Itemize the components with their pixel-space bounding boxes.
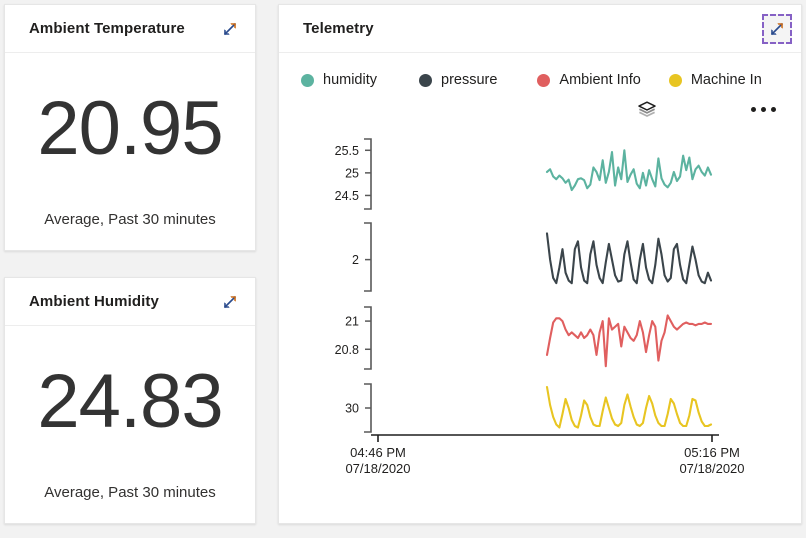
x-axis-date-label: 07/18/2020	[679, 461, 744, 476]
kpi-title: Ambient Humidity	[29, 293, 159, 310]
ellipsis-dot	[760, 106, 766, 112]
y-axis-tick-label: 30	[345, 402, 359, 416]
legend-item-pressure[interactable]: pressure	[419, 72, 497, 88]
expand-diagonal-arrows-icon[interactable]	[215, 287, 245, 317]
legend-color-swatch	[301, 73, 314, 87]
chart-toolbar	[279, 93, 801, 131]
legend-label: Machine In	[690, 72, 762, 88]
telemetry-title: Telemetry	[303, 20, 374, 37]
dashboard-root: Ambient Temperature 20.95 Average, Past …	[0, 0, 806, 538]
ellipsis-horizontal-icon[interactable]	[746, 97, 780, 121]
chart-panel-ambient-info: 20.8 21	[335, 306, 713, 370]
chart-panel-humidity: 24.5 25 25.5	[335, 138, 713, 210]
expand-diagonal-arrows-icon[interactable]	[215, 14, 245, 44]
series-line-humidity	[545, 149, 713, 192]
y-axis-tick-label: 25	[345, 166, 359, 180]
kpi-card-header: Ambient Humidity	[5, 278, 255, 326]
series-line-pressure	[545, 232, 713, 285]
y-axis-tick-label: 25.5	[335, 144, 359, 158]
legend-item-ambient-info[interactable]: Ambient Info	[537, 72, 641, 88]
kpi-card-body: 20.95 Average, Past 30 minutes	[5, 53, 255, 250]
y-axis-spine	[364, 306, 372, 370]
legend-color-swatch	[419, 73, 432, 87]
ellipsis-dot	[750, 106, 756, 112]
legend-item-machine-in[interactable]: Machine In	[668, 72, 762, 88]
kpi-card-ambient-humidity: Ambient Humidity 24.83 Average, Past 30 …	[4, 277, 256, 524]
series-line-machine-in	[545, 385, 713, 429]
series-line-ambient-info	[545, 314, 713, 368]
legend-color-swatch	[537, 73, 551, 87]
kpi-card-body: 24.83 Average, Past 30 minutes	[5, 326, 255, 523]
y-axis-tick-label: 20.8	[335, 343, 359, 357]
legend-label: pressure	[441, 72, 498, 88]
kpi-card-ambient-temperature: Ambient Temperature 20.95 Average, Past …	[4, 4, 256, 251]
expand-diagonal-arrows-icon[interactable]	[762, 13, 792, 44]
kpi-caption: Average, Past 30 minutes	[44, 211, 216, 228]
ellipsis-dot	[770, 106, 776, 112]
telemetry-plot[interactable]: 24.5 25 25.5 2 20.8 21 30 04:46 PM 07/18/2020 05:…	[279, 131, 801, 523]
x-axis-date-label: 07/18/2020	[345, 461, 410, 476]
kpi-caption: Average, Past 30 minutes	[44, 484, 216, 501]
chart-legend: humidity pressure Ambient Info Machine In	[279, 53, 801, 93]
x-axis-time-label: 04:46 PM	[350, 445, 406, 460]
chart-panel-machine-in: 30	[345, 383, 713, 433]
y-axis-tick-label: 21	[345, 315, 359, 329]
x-axis-time-label: 05:16 PM	[684, 445, 740, 460]
y-axis-tick-label: 2	[352, 253, 359, 267]
y-axis-spine	[364, 138, 372, 210]
telemetry-plot-svg: 24.52525.5220.8213004:46 PM07/18/202005:…	[335, 138, 745, 476]
kpi-value: 24.83	[37, 359, 223, 444]
legend-label: humidity	[323, 72, 377, 88]
layers-stack-icon[interactable]	[631, 95, 663, 125]
legend-label: Ambient Info	[559, 72, 641, 88]
y-axis-spine	[364, 222, 372, 292]
x-axis	[371, 434, 719, 442]
kpi-value: 20.95	[37, 86, 223, 171]
kpi-card-header: Ambient Temperature	[5, 5, 255, 53]
kpi-title: Ambient Temperature	[29, 20, 185, 37]
legend-item-humidity[interactable]: humidity	[301, 72, 377, 88]
y-axis-tick-label: 24.5	[335, 189, 359, 203]
legend-color-swatch	[668, 73, 682, 87]
chart-panel-pressure: 2	[352, 222, 713, 292]
telemetry-card: Telemetry humidity pressure Ambient Info Ma…	[278, 4, 802, 524]
telemetry-card-header: Telemetry	[279, 5, 801, 53]
